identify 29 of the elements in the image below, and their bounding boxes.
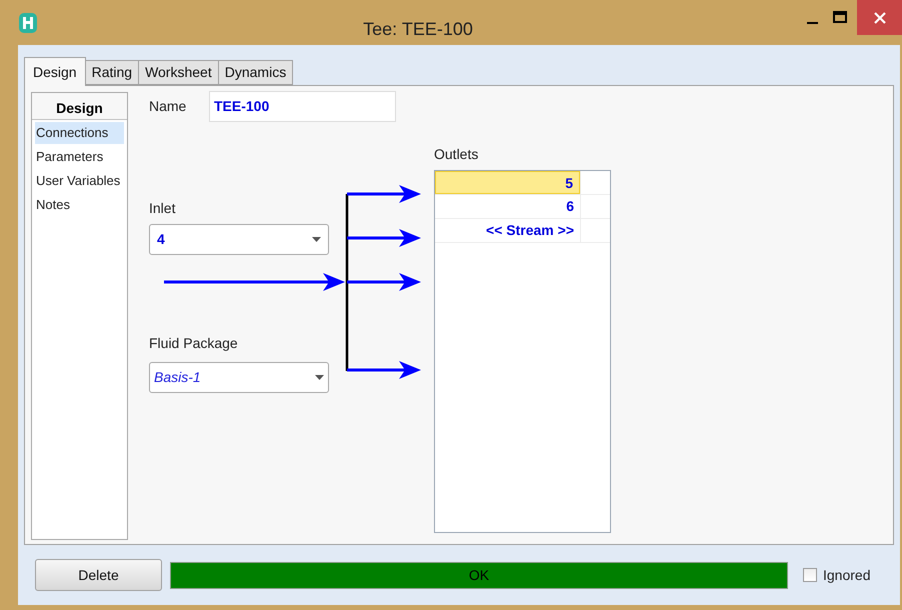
status-bar: OK bbox=[170, 562, 788, 588]
name-field[interactable]: TEE-100 bbox=[209, 91, 396, 122]
sidebar-item[interactable]: Notes bbox=[35, 194, 124, 216]
ignored-label: Ignored bbox=[823, 566, 870, 585]
outlets-label: Outlets bbox=[434, 145, 480, 164]
close-button[interactable] bbox=[857, 0, 902, 35]
sidebar-title: Design bbox=[32, 93, 127, 120]
ignored-checkbox[interactable] bbox=[803, 568, 817, 582]
inlet-label: Inlet bbox=[149, 199, 176, 218]
outlet-cell[interactable]: 6 bbox=[435, 195, 580, 218]
app-icon bbox=[19, 13, 37, 33]
tab[interactable]: Dynamics bbox=[218, 60, 294, 85]
delete-button[interactable]: Delete bbox=[35, 559, 162, 591]
dropdown-arrow-icon bbox=[312, 237, 321, 242]
dropdown-arrow-icon bbox=[315, 375, 324, 380]
fluid-package-dropdown[interactable]: Basis-1 bbox=[149, 362, 329, 393]
outlet-cell[interactable]: 5 bbox=[435, 171, 580, 194]
sidebar-item[interactable]: Connections bbox=[35, 122, 124, 144]
fluid-package-label: Fluid Package bbox=[149, 334, 239, 353]
window-title: Tee: TEE-100 bbox=[362, 18, 474, 41]
tab[interactable]: Design bbox=[24, 57, 86, 86]
inlet-dropdown[interactable]: 4 bbox=[149, 224, 329, 255]
tab[interactable]: Rating bbox=[84, 60, 140, 85]
tab[interactable]: Worksheet bbox=[138, 60, 219, 85]
close-icon bbox=[874, 12, 886, 24]
name-label: Name bbox=[149, 97, 188, 116]
outlet-cell[interactable]: << Stream >> bbox=[435, 219, 580, 242]
sidebar-item[interactable]: Parameters bbox=[35, 146, 124, 168]
sidebar-item[interactable]: User Variables bbox=[35, 170, 124, 192]
